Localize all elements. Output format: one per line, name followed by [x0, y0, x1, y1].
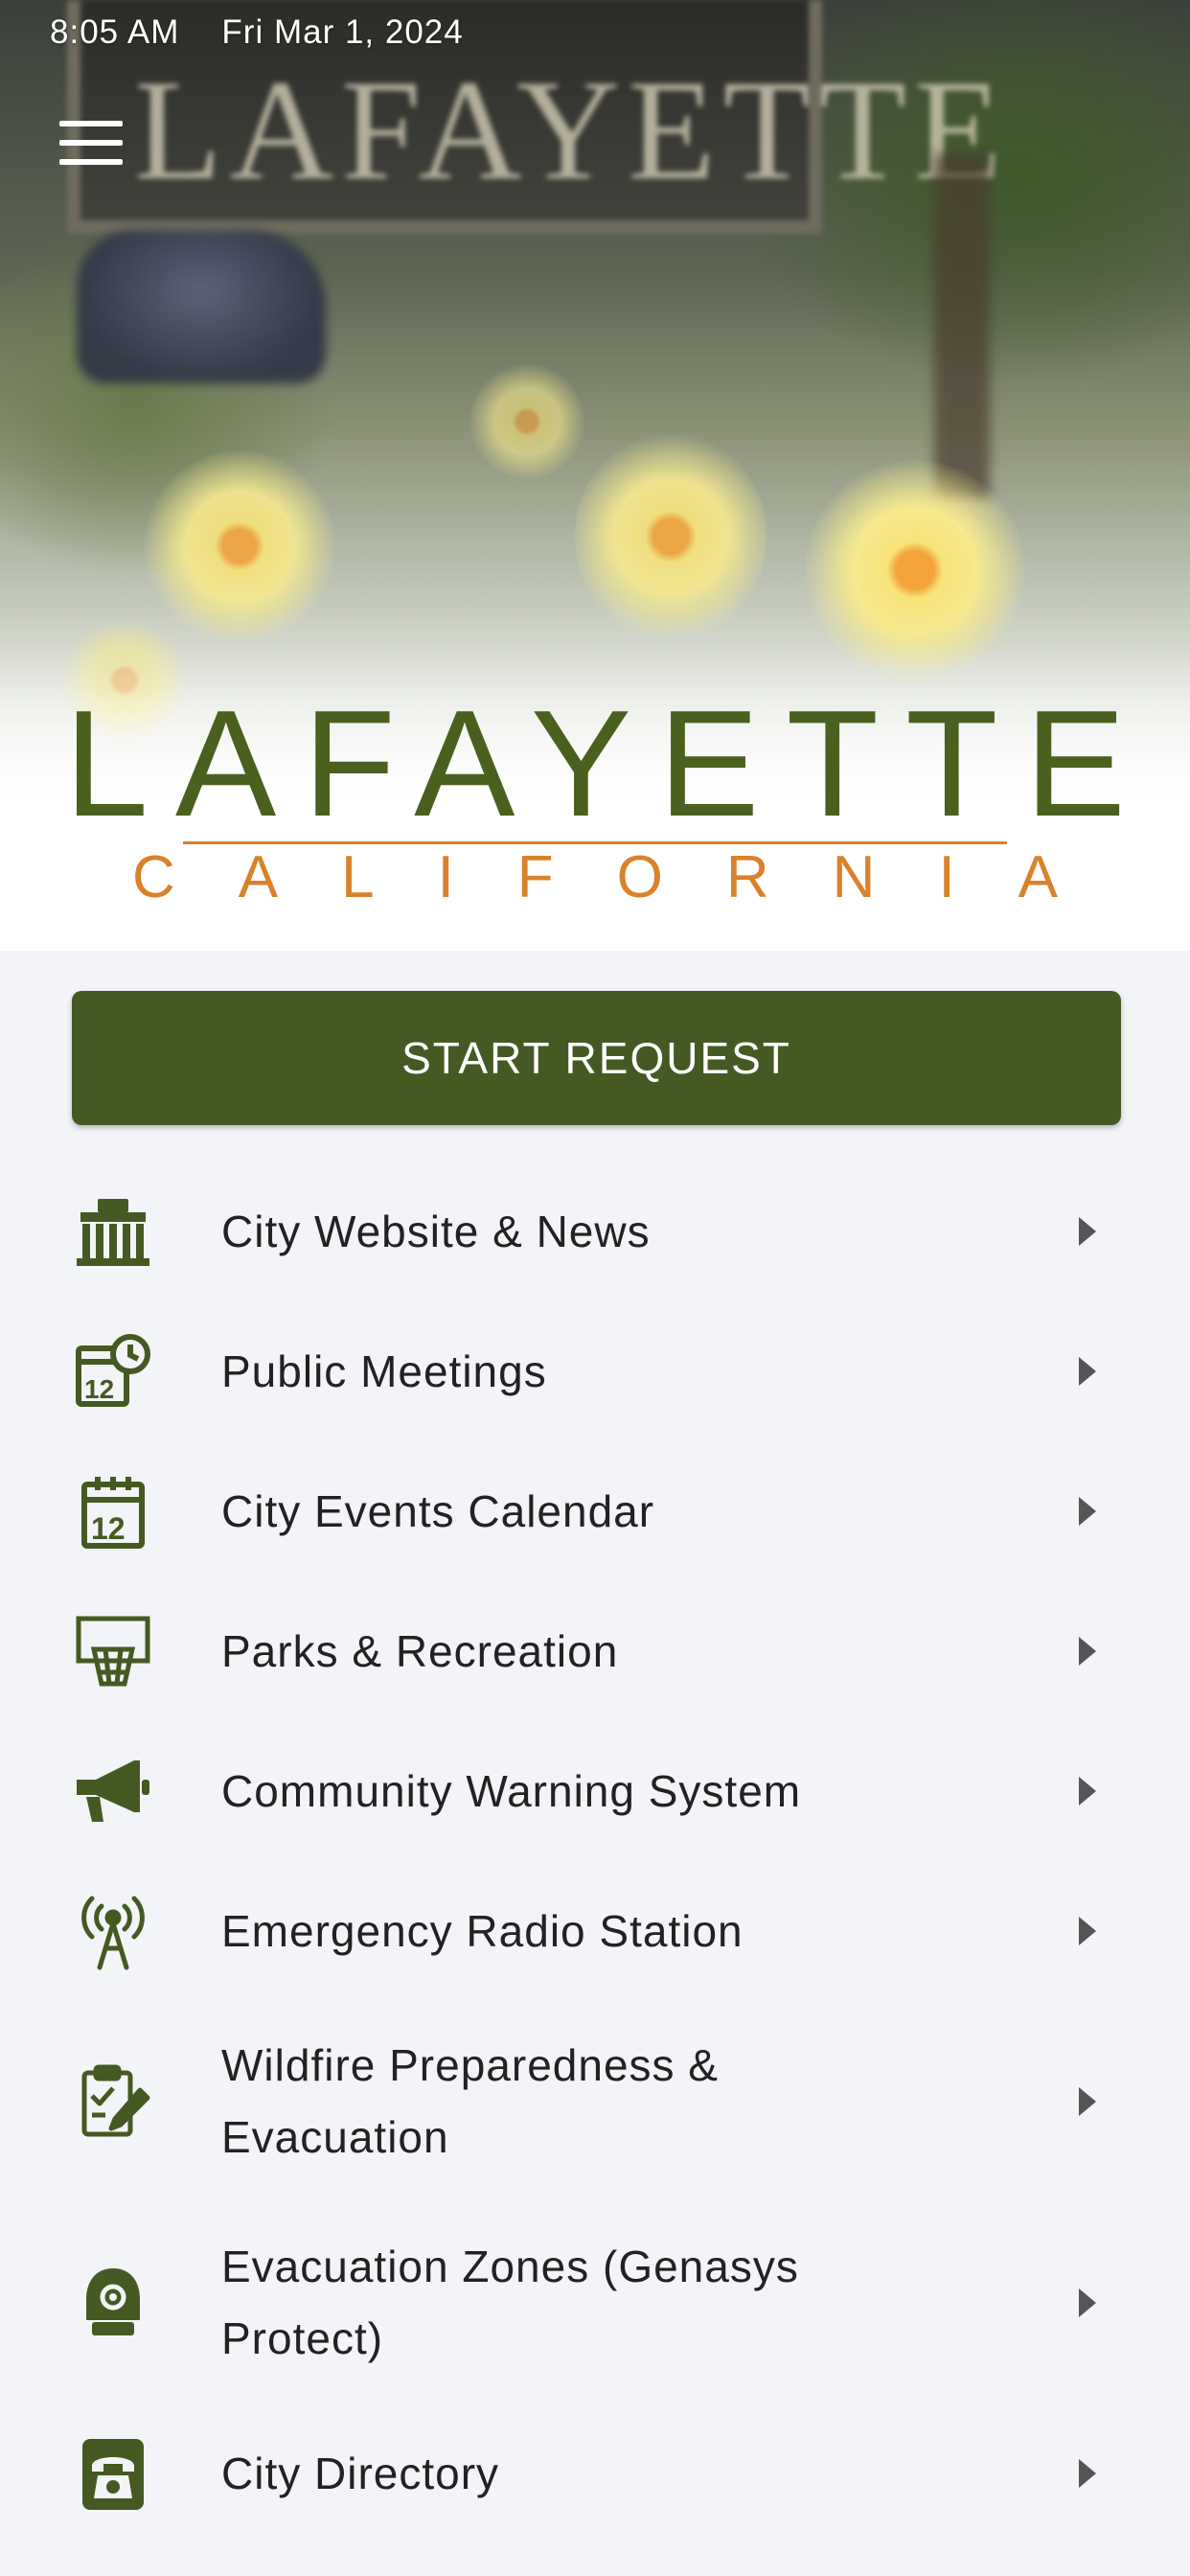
list-item-community-warning[interactable]: Community Warning System — [0, 1721, 1190, 1861]
chevron-right-icon — [1079, 1497, 1096, 1526]
car-photo — [77, 230, 326, 383]
list-item-label: Evacuation Zones (Genasys Protect) — [221, 2242, 799, 2363]
megaphone-icon — [73, 1751, 153, 1831]
list-item-events-calendar[interactable]: 12 City Events Calendar — [0, 1441, 1190, 1581]
list-item-label: City Events Calendar — [221, 1485, 655, 1536]
calendar-icon: 12 — [73, 1471, 153, 1552]
list-item-label: Wildfire Preparedness & Evacuation — [221, 2040, 719, 2162]
calendar-clock-icon: 12 — [73, 1331, 153, 1412]
hero-banner: LAFAYETTE LAFAYETTE CALIFORNIA — [0, 0, 1190, 951]
list-item-emergency-radio[interactable]: Emergency Radio Station — [0, 1861, 1190, 2001]
list-item-wildfire-preparedness[interactable]: Wildfire Preparedness & Evacuation — [0, 2001, 1190, 2202]
basketball-hoop-icon — [73, 1611, 153, 1691]
chevron-right-icon — [1079, 2087, 1096, 2116]
clipboard-edit-icon — [73, 2061, 153, 2142]
status-time: 8:05 AM — [50, 13, 180, 51]
list-item-label: Parks & Recreation — [221, 1625, 619, 1676]
radio-tower-icon — [73, 1891, 153, 1971]
hamburger-menu-icon[interactable] — [59, 121, 123, 165]
chevron-right-icon — [1079, 2288, 1096, 2317]
tree-trunk-photo — [934, 153, 990, 498]
chevron-right-icon — [1079, 1637, 1096, 1666]
status-date: Fri Mar 1, 2024 — [221, 13, 464, 51]
logo-subtitle: CALIFORNIA — [131, 844, 1122, 910]
list-item-public-meetings[interactable]: 12 Public Meetings — [0, 1301, 1190, 1441]
list-item-label: City Directory — [221, 2448, 500, 2498]
city-hall-icon — [73, 1191, 153, 1272]
daffodil-photo — [575, 431, 767, 642]
list-item-label: Emergency Radio Station — [221, 1905, 744, 1956]
list-item-evacuation-zones[interactable]: Evacuation Zones (Genasys Protect) — [0, 2202, 1190, 2404]
list-item-label: City Website & News — [221, 1206, 651, 1256]
svg-text:12: 12 — [84, 1374, 114, 1404]
menu-list: City Website & News 12 Public Meetings 1… — [0, 1162, 1190, 2543]
list-item-city-website[interactable]: City Website & News — [0, 1162, 1190, 1301]
alarm-bell-icon — [73, 2263, 153, 2343]
start-request-button[interactable]: START REQUEST — [72, 991, 1121, 1125]
list-item-label: Public Meetings — [221, 1346, 547, 1396]
phone-icon — [73, 2433, 153, 2514]
daffodil-photo — [144, 450, 335, 642]
logo-title: LAFAYETTE — [64, 679, 1153, 848]
list-item-parks-recreation[interactable]: Parks & Recreation — [0, 1581, 1190, 1721]
daffodil-photo — [469, 364, 584, 479]
list-item-city-directory[interactable]: City Directory — [0, 2404, 1190, 2543]
chevron-right-icon — [1079, 1777, 1096, 1806]
chevron-right-icon — [1079, 1917, 1096, 1945]
chevron-right-icon — [1079, 1217, 1096, 1246]
city-sign-text: LAFAYETTE — [134, 51, 1010, 210]
chevron-right-icon — [1079, 2459, 1096, 2488]
list-item-label: Community Warning System — [221, 1765, 802, 1816]
svg-text:12: 12 — [91, 1511, 126, 1546]
city-logo: LAFAYETTE CALIFORNIA — [0, 679, 1190, 910]
status-bar: 8:05 AM Fri Mar 1, 2024 — [50, 13, 464, 52]
chevron-right-icon — [1079, 1357, 1096, 1386]
